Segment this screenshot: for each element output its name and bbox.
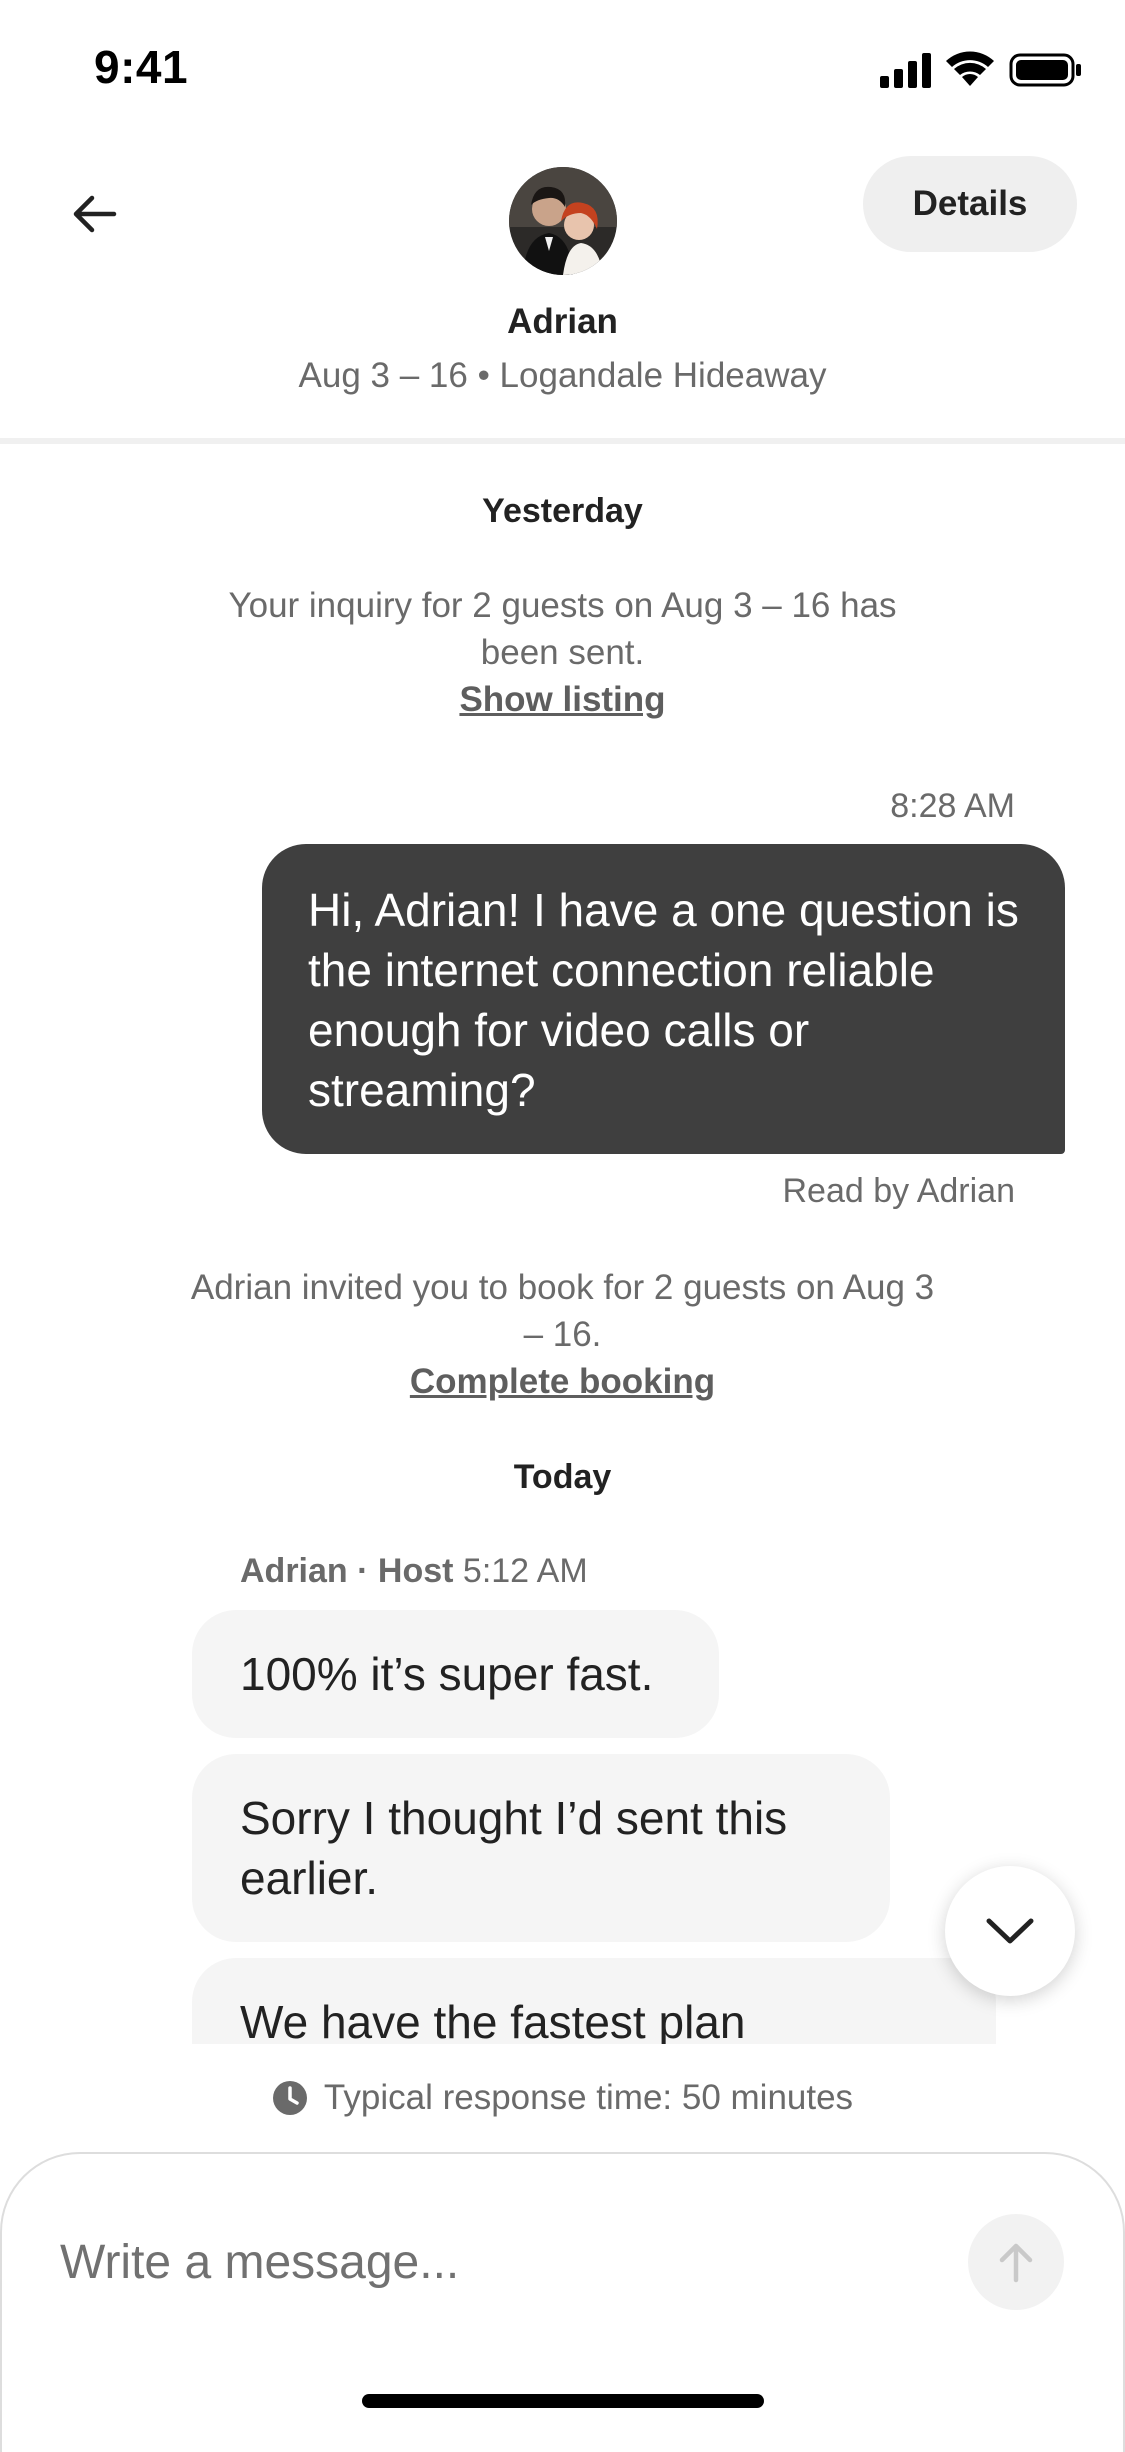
host-avatar[interactable] xyxy=(509,167,617,275)
arrow-left-icon xyxy=(73,195,117,233)
status-icons xyxy=(880,50,1085,90)
show-listing-link[interactable]: Show listing xyxy=(190,676,935,723)
host-message-bubble[interactable]: 100% it’s super fast. xyxy=(192,1610,719,1738)
read-receipt: Read by Adrian xyxy=(782,1172,1016,1210)
signal-wifi-battery-icon xyxy=(880,51,1081,88)
booking-invite-message: Adrian invited you to book for 2 guests … xyxy=(190,1264,935,1405)
status-time: 9:41 xyxy=(94,41,189,93)
clock-icon xyxy=(272,2081,307,2115)
details-button[interactable]: Details xyxy=(863,156,1077,252)
response-time-notice: Typical response time: 50 minutes xyxy=(0,2078,1125,2118)
host-message-bubble[interactable]: Sorry I thought I’d sent this earlier. xyxy=(192,1754,890,1942)
date-separator-yesterday: Yesterday xyxy=(482,492,643,530)
scroll-to-bottom-button[interactable] xyxy=(945,1866,1075,1996)
inquiry-status-text: Your inquiry for 2 guests on Aug 3 – 16 … xyxy=(228,586,897,672)
chevron-down-icon xyxy=(986,1918,1034,1944)
trip-info: Aug 3 – 16 • Logandale Hideaway xyxy=(298,356,827,395)
home-indicator xyxy=(362,2394,764,2408)
message-input[interactable] xyxy=(60,2222,940,2302)
response-time-text: Typical response time: 50 minutes xyxy=(323,2078,854,2117)
inquiry-status-message: Your inquiry for 2 guests on Aug 3 – 16 … xyxy=(190,582,935,723)
host-message-meta: Adrian · Host 5:12 AM xyxy=(240,1552,588,1591)
complete-booking-link[interactable]: Complete booking xyxy=(190,1358,935,1405)
back-button[interactable] xyxy=(52,172,136,256)
host-name: Adrian xyxy=(507,302,618,341)
sent-message-time: 8:28 AM xyxy=(890,787,1015,825)
date-separator-today: Today xyxy=(513,1458,612,1496)
host-message-time: 5:12 AM xyxy=(462,1552,588,1590)
sent-message-bubble[interactable]: Hi, Adrian! I have a one question is the… xyxy=(262,844,1065,1154)
send-button[interactable] xyxy=(968,2214,1064,2310)
booking-invite-text: Adrian invited you to book for 2 guests … xyxy=(190,1268,935,1354)
host-sender-label: Adrian · Host xyxy=(240,1552,454,1590)
header-divider xyxy=(0,438,1125,444)
arrow-up-icon xyxy=(999,2243,1033,2283)
